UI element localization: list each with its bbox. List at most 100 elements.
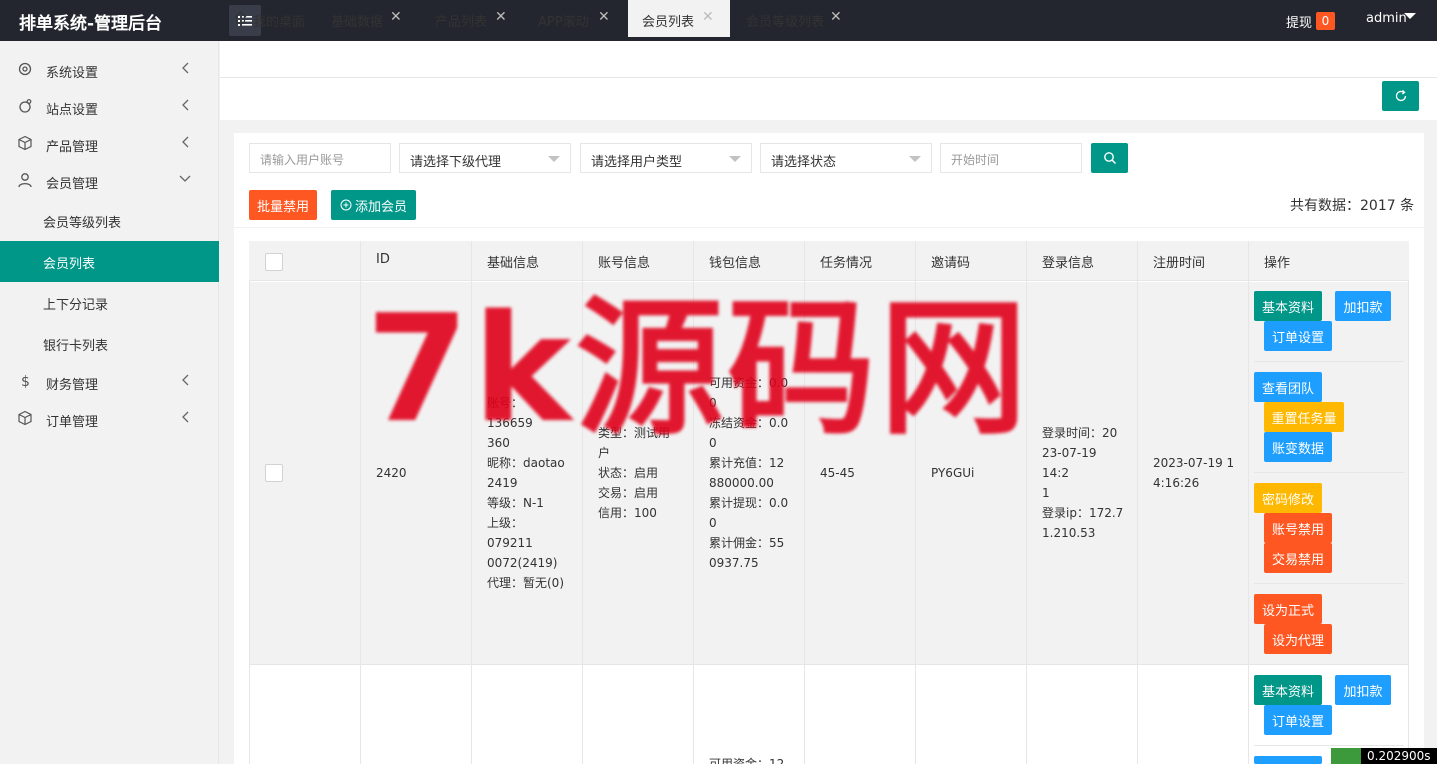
sidebar-subitem-score-records[interactable]: 上下分记录 [0,282,219,323]
sidebar-item-finance-management[interactable]: $ 财务管理 [0,363,219,400]
timer-logo-icon [1331,748,1361,764]
sidebar-item-site-settings[interactable]: 站点设置 [0,88,219,125]
tab-product-list[interactable]: 产品列表 ✕ [414,0,518,37]
user-icon [18,173,32,188]
reset-task-button[interactable]: 重置任务量 [1264,402,1344,432]
user-menu[interactable]: admin [1366,11,1407,26]
tab-label: 基础数据 [331,15,384,30]
box-icon [18,135,32,151]
login-line: 23-07-19 14:2 [1042,446,1097,480]
select-all-checkbox[interactable] [265,253,283,271]
search-button[interactable] [1091,143,1128,173]
basic-info-button[interactable]: 基本资料 [1254,291,1322,321]
account-line: 信用：100 [598,506,657,520]
order-settings-button[interactable]: 订单设置 [1264,705,1332,735]
tab-label: 我的桌面 [253,15,306,30]
batch-disable-button[interactable]: 批量禁用 [249,190,317,220]
refresh-button[interactable] [1382,81,1419,111]
ops-divider [1254,583,1404,584]
wallet-line: 累计提现：0.0 [709,496,789,510]
sidebar-item-order-management[interactable]: 订单管理 [0,400,219,437]
cell-register-time: 2023-07-19 1 4:16:26 [1153,453,1237,493]
svg-text:$: $ [21,374,30,389]
close-icon[interactable]: ✕ [702,9,714,25]
th-account-info: 账号信息 [598,256,651,271]
user-type-select[interactable]: 请选择用户类型 [580,143,752,173]
account-search-input[interactable]: 请输入用户账号 [249,143,391,173]
cell-invite-code: PY6GUi [931,466,975,480]
login-line: 1.210.53 [1042,526,1096,540]
th-id: ID [376,252,390,267]
order-settings-button[interactable]: 订单设置 [1264,321,1332,351]
sidebar-subitem-member-list[interactable]: 会员列表 [0,241,219,282]
close-icon[interactable]: ✕ [390,9,402,25]
box-icon [18,410,32,426]
chevron-left-icon [182,99,189,111]
tab-app-scroll[interactable]: APP滚动 ✕ [518,0,628,37]
sidebar-item-system-settings[interactable]: 系统设置 [0,51,219,88]
close-icon[interactable]: ✕ [495,9,507,25]
password-change-button[interactable]: 密码修改 [1254,483,1322,513]
select-value: 请选择状态 [771,155,837,170]
wallet-line: 累计充值：12 [709,456,785,470]
th-invite-code: 邀请码 [931,256,971,271]
sidebar-item-product-management[interactable]: 产品管理 [0,125,219,162]
sidebar-subitem-label: 银行卡列表 [43,339,109,354]
total-count: 共有数据：2017 条 [1290,198,1415,214]
watermark: 7k源码网 [366,283,1032,455]
login-line: 登录时间：20 [1042,426,1118,440]
caret-down-icon [729,156,741,162]
basic-line: 等级：N-1 [487,496,544,510]
tab-member-list[interactable]: 会员列表 ✕ [628,0,730,37]
chevron-left-icon [182,411,189,423]
wallet-line: 0 [709,516,717,530]
withdraw-link[interactable]: 提现 [1286,12,1312,31]
agent-select[interactable]: 请选择下级代理 [399,143,571,173]
set-agent-button[interactable]: 设为代理 [1264,624,1332,654]
account-disable-button[interactable]: 账号禁用 [1264,513,1332,543]
wallet-line: 880000.00 [709,476,774,490]
app-title: 排单系统-管理后台 [19,14,163,34]
basic-line: 2419 [487,476,518,490]
sidebar-item-member-management[interactable]: 会员管理 [0,162,219,199]
ops-divider [1254,745,1404,746]
set-formal-button[interactable]: 设为正式 [1254,594,1322,624]
view-team-button[interactable] [1254,756,1322,764]
add-member-button[interactable]: 添加会员 [331,190,416,220]
caret-down-icon [1404,13,1416,19]
chevron-left-icon [182,62,189,74]
close-icon[interactable]: ✕ [598,9,610,25]
basic-line: 0072(2419) [487,556,558,570]
trade-disable-button[interactable]: 交易禁用 [1264,543,1332,573]
view-team-button[interactable]: 查看团队 [1254,372,1322,402]
tab-basic-data[interactable]: 基础数据 ✕ [319,0,414,37]
cell-task-status: 45-45 [820,466,855,480]
register-line: 2023-07-19 1 [1153,456,1235,470]
divider [234,227,1424,228]
add-deduct-button[interactable]: 加扣款 [1335,675,1391,705]
tab-member-levels[interactable]: 会员等级列表 ✕ [730,0,855,37]
start-time-input[interactable]: 开始时间 [940,143,1082,173]
sidebar-subitem-bank-cards[interactable]: 银行卡列表 [0,323,219,364]
refresh-icon [1395,90,1407,102]
th-basic-info: 基础信息 [487,256,540,271]
sidebar-subitem-label: 上下分记录 [43,298,109,313]
tab-label: 会员列表 [642,15,695,30]
placeholder-text: 开始时间 [951,153,1000,167]
add-deduct-button[interactable]: 加扣款 [1335,291,1391,321]
account-change-button[interactable]: 账变数据 [1264,432,1332,462]
sidebar-item-label: 产品管理 [46,140,99,155]
th-wallet-info: 钱包信息 [709,256,762,271]
basic-info-button[interactable]: 基本资料 [1254,675,1322,705]
sidebar-subitem-member-levels[interactable]: 会员等级列表 [0,200,219,241]
cell-wallet-info-partial: 可用资金：12 [709,757,785,764]
row-checkbox[interactable] [265,464,283,482]
login-line: 登录ip：172.7 [1042,506,1124,520]
close-icon[interactable]: ✕ [830,9,842,25]
column-divider [360,241,361,764]
status-select[interactable]: 请选择状态 [760,143,932,173]
th-actions: 操作 [1264,256,1291,271]
ops-divider [1254,472,1404,473]
register-line: 4:16:26 [1153,476,1200,490]
tab-dashboard[interactable]: 我的桌面 [220,0,319,37]
